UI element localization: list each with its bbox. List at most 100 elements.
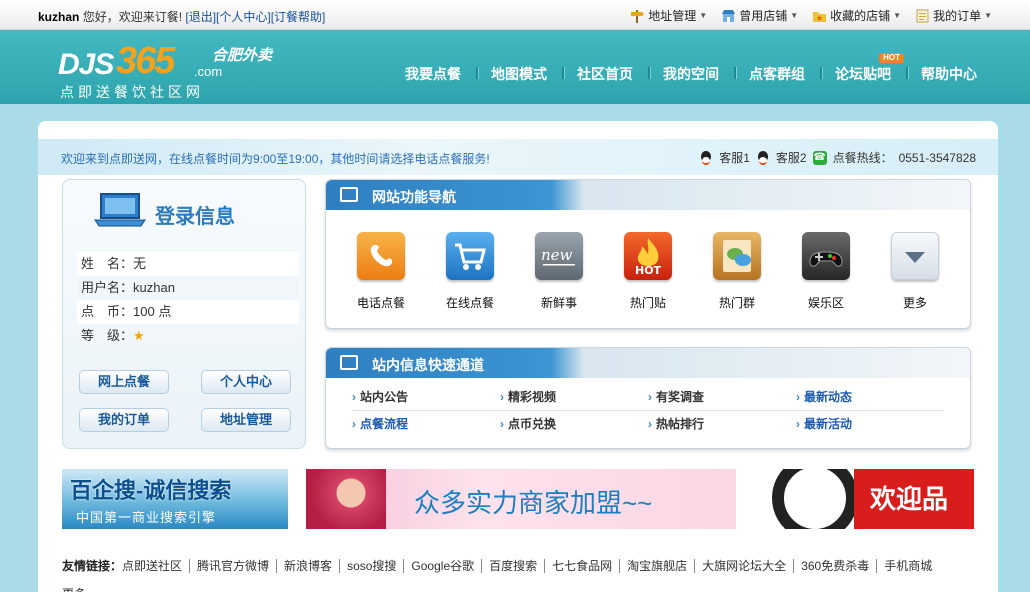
link-latest-news[interactable]: 最新动态 <box>796 384 944 410</box>
disk-icon <box>340 355 358 370</box>
name-label: 姓 名： <box>81 256 134 271</box>
hot-flame-icon: HOT <box>624 232 672 280</box>
username-label: 用户名： <box>81 280 134 295</box>
user-center-link[interactable]: [个人中心] <box>216 10 271 24</box>
my-orders-menu[interactable]: 我的订单 ▼ <box>915 7 992 24</box>
quick-row: 点餐流程 点币兑换 热帖排行 最新活动 <box>352 411 944 438</box>
nav-community[interactable]: 社区首页 <box>562 64 648 84</box>
cart-icon <box>446 232 494 280</box>
banner-1-title: 百企搜-诚信搜索 <box>70 478 232 503</box>
friend-link[interactable]: 淘宝旗舰店 <box>619 559 695 573</box>
func-phone-order[interactable]: 电话点餐 <box>346 232 416 311</box>
link-coin-exchange[interactable]: 点币兑换 <box>500 411 648 438</box>
more-down-icon <box>891 232 939 280</box>
chevron-down-icon: ▼ <box>699 11 708 20</box>
chevron-down-icon: ▼ <box>893 11 902 20</box>
friend-link[interactable]: 百度搜索 <box>481 559 545 573</box>
logout-link[interactable]: [退出] <box>185 10 216 24</box>
personal-center-button[interactable]: 个人中心 <box>201 370 291 394</box>
coin-label: 点 币： <box>81 304 134 319</box>
func-news[interactable]: new 新鲜事 <box>524 232 594 311</box>
favorite-folder-icon <box>812 9 827 23</box>
banner-baiqisou[interactable]: 百企搜-诚信搜索 中国第一商业搜索引擎 <box>62 469 288 529</box>
nav-my-space[interactable]: 我的空间 <box>648 64 734 84</box>
phone-icon: ☎ <box>812 150 827 165</box>
chevron-down-icon: ▼ <box>790 11 799 20</box>
function-list: 电话点餐 在线点餐 new 新鲜事 HOT 热门贴 热门群 娱乐区 更多 <box>326 210 970 311</box>
signpost-icon <box>630 9 645 23</box>
func-hot-posts-label: 热门贴 <box>629 296 666 310</box>
func-news-label: 新鲜事 <box>540 296 577 310</box>
level-star-icon: ★ <box>133 328 145 343</box>
func-hot-posts[interactable]: HOT 热门贴 <box>613 232 683 311</box>
friend-link[interactable]: 手机商城 <box>876 559 940 573</box>
used-shops-menu[interactable]: 曾用店铺 ▼ <box>721 7 798 24</box>
func-online-order[interactable]: 在线点餐 <box>435 232 505 311</box>
my-orders-button[interactable]: 我的订单 <box>79 408 169 432</box>
banner-2-text: 众多实力商家加盟~~ <box>414 488 653 518</box>
address-manage-label: 地址管理 <box>648 9 697 23</box>
shop-icon <box>721 9 736 23</box>
friend-link[interactable]: 七七食品网 <box>544 559 620 573</box>
hotline-label: 点餐热线： <box>832 151 893 165</box>
nav-forum[interactable]: 论坛贴吧 HOT <box>820 53 906 84</box>
func-more[interactable]: 更多 <box>880 232 950 311</box>
friend-links-more[interactable]: 更多 <box>62 585 86 592</box>
logo-slogan: 点即送餐饮社区网 <box>60 84 204 100</box>
friend-link[interactable]: 360免费杀毒 <box>793 559 877 573</box>
quick-links: 站内公告 精彩视频 有奖调查 最新动态 点餐流程 点币兑换 热帖排行 最新活动 <box>326 378 970 438</box>
friend-link[interactable]: soso搜搜 <box>339 559 404 573</box>
nav-forum-label: 论坛贴吧 <box>835 66 891 82</box>
online-order-button[interactable]: 网上点餐 <box>79 370 169 394</box>
func-hot-groups-label: 热门群 <box>718 296 755 310</box>
link-announcement[interactable]: 站内公告 <box>352 384 500 410</box>
level-row: 等 级：★ <box>77 324 299 348</box>
func-entertainment-label: 娱乐区 <box>807 296 844 310</box>
func-hot-groups[interactable]: 热门群 <box>702 232 772 311</box>
svg-text:HOT: HOT <box>635 264 662 277</box>
banner-ring-image <box>772 469 858 529</box>
link-survey[interactable]: 有奖调查 <box>648 384 796 410</box>
site-header: DJS 365 .com 合肥外卖 点即送餐饮社区网 我要点餐 地图模式 社区首… <box>0 30 1030 104</box>
greeting-text: 您好，欢迎来订餐! <box>82 10 183 24</box>
friend-link[interactable]: Google谷歌 <box>403 559 482 573</box>
address-manage-button[interactable]: 地址管理 <box>201 408 291 432</box>
banner-welcome[interactable]: 欢迎品 <box>754 469 974 529</box>
link-hot-ranking[interactable]: 热帖排行 <box>648 411 796 438</box>
top-bar: kuzhan 您好，欢迎来订餐! [退出][个人中心][订餐帮助] 地址管理 ▼… <box>0 0 1030 30</box>
nav-order[interactable]: 我要点餐 <box>390 64 476 84</box>
service-bar: 客服1 客服2 ☎ 点餐热线： 0551-3547828 <box>699 149 976 166</box>
level-label: 等 级： <box>81 328 134 343</box>
favorite-shops-menu[interactable]: 收藏的店铺 ▼ <box>812 7 901 24</box>
user-info: 姓 名：无 用户名：kuzhan 点 币：100 点 等 级：★ <box>77 252 299 348</box>
login-info-box: 登录信息 姓 名：无 用户名：kuzhan 点 币：100 点 等 级：★ 网上… <box>62 179 306 449</box>
link-order-process[interactable]: 点餐流程 <box>352 411 500 438</box>
service-1-link[interactable]: 客服1 <box>719 149 750 166</box>
username-row: 用户名：kuzhan <box>77 276 299 300</box>
address-manage-menu[interactable]: 地址管理 ▼ <box>630 7 707 24</box>
coin-row: 点 币：100 点 <box>77 300 299 324</box>
func-phone-order-label: 电话点餐 <box>356 296 405 310</box>
nav-help[interactable]: 帮助中心 <box>906 64 992 84</box>
func-entertainment[interactable]: 娱乐区 <box>791 232 861 311</box>
logo-365: 365 <box>116 40 175 82</box>
help-link[interactable]: [订餐帮助] <box>271 10 326 24</box>
my-orders-label: 我的订单 <box>933 9 982 23</box>
friend-link[interactable]: 大旗网论坛大全 <box>694 559 794 573</box>
logo-city: 合肥外卖 <box>212 46 273 64</box>
link-latest-events[interactable]: 最新活动 <box>796 411 944 438</box>
logo-com: .com <box>194 64 223 79</box>
link-videos[interactable]: 精彩视频 <box>500 384 648 410</box>
banner-merchants[interactable]: 众多实力商家加盟~~ <box>306 469 736 529</box>
new-icon: new <box>535 232 583 280</box>
favorite-shops-label: 收藏的店铺 <box>830 9 891 23</box>
friend-link[interactable]: 腾讯官方微博 <box>189 559 277 573</box>
nav-map[interactable]: 地图模式 <box>476 64 562 84</box>
phone-icon <box>357 232 405 280</box>
nav-groups[interactable]: 点客群组 <box>734 64 820 84</box>
banner-girl-image <box>306 469 386 529</box>
friend-link[interactable]: 新浪博客 <box>276 559 340 573</box>
site-logo[interactable]: DJS 365 .com 合肥外卖 点即送餐饮社区网 <box>58 38 288 100</box>
friend-link[interactable]: 点即送社区 <box>122 559 189 573</box>
service-2-link[interactable]: 客服2 <box>776 149 807 166</box>
